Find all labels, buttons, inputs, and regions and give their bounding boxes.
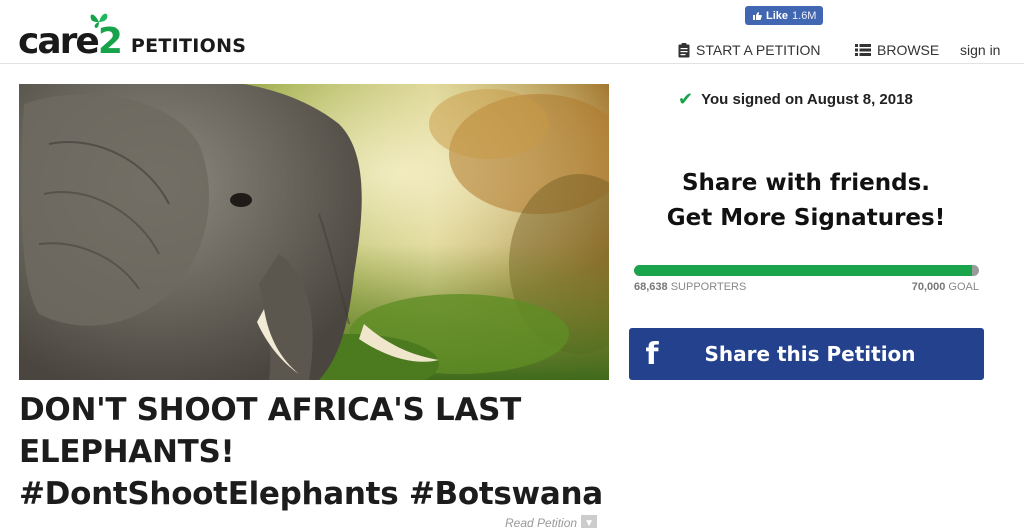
- like-label: Like: [766, 9, 789, 22]
- care2-logo[interactable]: care2 PETITIONS: [18, 10, 246, 60]
- nav-start-label: START A PETITION: [696, 42, 821, 58]
- facebook-share-label: Share this Petition: [704, 342, 916, 366]
- chevron-down-icon: ▼: [581, 515, 598, 528]
- logo-petitions-label: PETITIONS: [130, 35, 247, 57]
- like-count: 1.6M: [792, 9, 817, 22]
- facebook-like-button[interactable]: Like 1.6M: [745, 6, 824, 25]
- share-heading-line1: Share with friends.: [681, 170, 930, 196]
- petition-title: DON'T SHOOT AFRICA'S LAST ELEPHANTS! #Do…: [19, 392, 603, 512]
- checkmark-icon: ✔: [678, 89, 694, 109]
- nav-browse[interactable]: BROWSE: [855, 42, 939, 58]
- site-header: care2 PETITIONS Like 1.6M START A PETITI…: [0, 0, 1024, 64]
- petition-hero-image: [19, 84, 609, 380]
- nav-sign-in[interactable]: sign in: [960, 42, 1000, 58]
- nav-signin-label: sign in: [960, 42, 1001, 58]
- progress-fill: [634, 265, 973, 276]
- signed-text: You signed on August 8, 2018: [701, 91, 913, 108]
- read-petition-label: Read Petition: [505, 516, 578, 528]
- supporters-progress-bar: [634, 265, 979, 276]
- facebook-icon: f: [645, 336, 659, 372]
- progress-stats: 68,638 SUPPORTERS 70,000 GOAL: [634, 281, 979, 293]
- share-heading: Share with friends. Get More Signatures!: [640, 166, 972, 236]
- facebook-share-button[interactable]: f Share this Petition: [629, 328, 984, 380]
- elephant-photo: [19, 84, 609, 380]
- goal-count: 70,000 GOAL: [911, 281, 979, 293]
- share-heading-line2: Get More Signatures!: [666, 205, 946, 231]
- read-petition-toggle[interactable]: Read Petition ▼: [505, 515, 598, 528]
- nav-browse-label: BROWSE: [877, 42, 940, 58]
- supporters-count: 68,638 SUPPORTERS: [634, 281, 747, 293]
- clipboard-icon: [678, 42, 690, 57]
- signed-status: ✔ You signed on August 8, 2018: [678, 89, 913, 110]
- thumbs-up-icon: [753, 11, 762, 20]
- nav-start-petition[interactable]: START A PETITION: [678, 42, 820, 58]
- butterfly-icon: [90, 13, 108, 28]
- list-icon: [855, 44, 871, 56]
